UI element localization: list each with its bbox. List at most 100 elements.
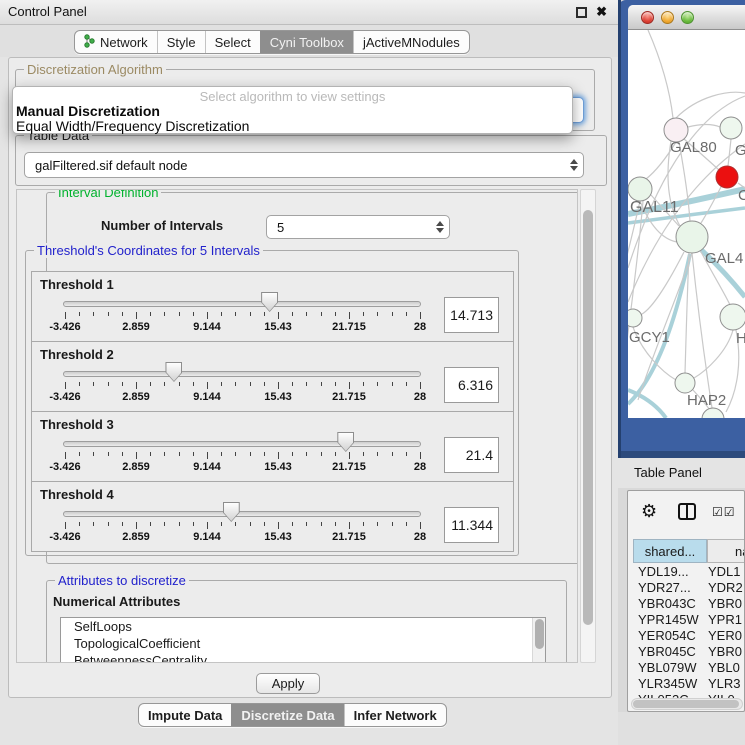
network-node-gal4[interactable] [676, 221, 708, 253]
slider-track[interactable] [63, 371, 421, 377]
network-node-hap2[interactable] [675, 373, 695, 393]
column-checkboxes-icon[interactable]: ☑☑ [712, 505, 736, 519]
table-row[interactable]: YPR145WYPR1 [633, 612, 745, 628]
tick-label: -3.426 [49, 531, 80, 543]
threshold-label: Threshold 3 [40, 417, 114, 432]
tab-jactivemnodules[interactable]: jActiveMNodules [353, 31, 469, 53]
cell-name: YDL1 [708, 564, 745, 580]
scrollbar-thumb[interactable] [633, 700, 739, 708]
slider-handle[interactable] [223, 502, 240, 522]
slider-track[interactable] [63, 441, 421, 447]
threshold-label: Threshold 1 [40, 277, 114, 292]
tick-mark [150, 312, 151, 316]
cell-shared-name: YBR043C [633, 596, 708, 612]
dropdown-option-manual-discretization[interactable]: Manual Discretization [13, 104, 572, 119]
tick-label: 21.715 [332, 531, 366, 543]
table-row[interactable]: YBR045CYBR0 [633, 644, 745, 660]
table-row[interactable]: YLR345WYLR3 [633, 676, 745, 692]
column-header-name[interactable]: na [707, 539, 745, 563]
node-table: ⚙ ☑☑ shared... na YDL19...YDL1YDR27...YD… [627, 490, 745, 712]
node-label-gal80[interactable]: GAL80 [670, 139, 717, 156]
slider-handle[interactable] [261, 292, 278, 312]
zoom-window-icon[interactable] [681, 11, 694, 24]
table-row[interactable]: YDR27...YDR2 [633, 580, 745, 596]
bottom-tab-impute-data[interactable]: Impute Data [139, 704, 231, 726]
tab-style[interactable]: Style [157, 31, 205, 53]
table-row[interactable]: YER054CYER0 [633, 628, 745, 644]
table-row[interactable]: YDL19...YDL1 [633, 564, 745, 580]
network-node-node-top-right[interactable] [720, 117, 742, 139]
close-panel-icon[interactable]: ✖ [596, 4, 607, 20]
attribute-item-selfloops[interactable]: SelfLoops [61, 618, 545, 635]
network-node-node-right[interactable] [720, 304, 745, 330]
network-node-selected-node[interactable] [716, 166, 738, 188]
numerical-attributes-list[interactable]: SelfLoopsTopologicalCoefficientBetweenne… [60, 617, 546, 663]
slider-handle[interactable] [337, 432, 354, 452]
scrollbar-thumb[interactable] [583, 210, 593, 625]
bottom-tab-discretize-data[interactable]: Discretize Data [231, 704, 343, 726]
cell-shared-name: YER054C [633, 628, 708, 644]
slider-handle[interactable] [165, 362, 182, 382]
close-window-icon[interactable] [641, 11, 654, 24]
network-canvas[interactable]: GAL80 G. C GAL11 GAL4 GCY1 H HAP2 [628, 30, 745, 418]
tab-label: Style [167, 35, 196, 50]
gear-icon[interactable]: ⚙ [641, 502, 657, 520]
tick-label: 2.859 [122, 321, 150, 333]
number-of-intervals-combobox[interactable]: 5 [266, 215, 450, 239]
node-label-node-top-right[interactable]: G. [735, 142, 745, 159]
split-view-icon[interactable] [678, 503, 696, 520]
tick-label: 9.144 [193, 461, 221, 473]
network-node-node-bottom[interactable] [702, 408, 724, 418]
node-label-hap2[interactable]: HAP2 [687, 392, 726, 409]
tick-mark [420, 312, 421, 319]
table-toolbar: ⚙ ☑☑ [628, 491, 744, 535]
table-data-combobox[interactable]: galFiltered.sif default node [24, 152, 584, 178]
threshold-value-field[interactable]: 6.316 [444, 367, 499, 403]
list-scrollbar[interactable] [532, 618, 545, 663]
tick-mark [292, 522, 293, 526]
bottom-spacer [618, 712, 745, 745]
tab-select[interactable]: Select [205, 31, 260, 53]
tick-mark [122, 452, 123, 456]
network-node-gcy1[interactable] [628, 309, 642, 327]
float-window-icon[interactable] [576, 7, 587, 18]
tick-mark [136, 382, 137, 389]
threshold-value-field[interactable]: 14.713 [444, 297, 499, 333]
attribute-item-topologicalcoefficient[interactable]: TopologicalCoefficient [61, 635, 545, 652]
algorithm-dropdown-popup: Select algorithm to view settings Manual… [12, 86, 573, 134]
apply-button[interactable]: Apply [256, 673, 320, 694]
dropdown-option-equal-width-frequency[interactable]: Equal Width/Frequency Discretization [13, 119, 572, 134]
cell-name: YBR0 [708, 644, 745, 660]
settings-scrollbar[interactable] [580, 189, 596, 663]
threshold-value-field[interactable]: 11.344 [444, 507, 499, 543]
attribute-item-betweennesscentrality[interactable]: BetweennessCentrality [61, 652, 545, 663]
threshold-value-field[interactable]: 21.4 [444, 437, 499, 473]
tick-label: 15.43 [264, 391, 292, 403]
minimize-window-icon[interactable] [661, 11, 674, 24]
table-data-group: Table Data galFiltered.sif default node [15, 135, 607, 186]
tick-mark [164, 522, 165, 526]
node-label-node-right[interactable]: H [736, 330, 745, 347]
tab-network[interactable]: Network [75, 31, 157, 53]
bottom-tab-infer-network[interactable]: Infer Network [344, 704, 446, 726]
table-row[interactable]: YBR043CYBR0 [633, 596, 745, 612]
slider-track[interactable] [63, 511, 421, 517]
tick-mark [321, 452, 322, 456]
table-horizontal-scrollbar[interactable] [631, 698, 743, 710]
tick-label: 9.144 [193, 531, 221, 543]
node-label-gal11[interactable]: GAL11 [630, 199, 679, 216]
tab-cyni-toolbox[interactable]: Cyni Toolbox [260, 31, 353, 53]
node-label-selected-node[interactable]: C [738, 187, 745, 204]
column-header-shared-name[interactable]: shared... [633, 539, 707, 563]
tick-mark [420, 452, 421, 459]
network-node-gal11[interactable] [628, 177, 652, 201]
tick-mark [193, 312, 194, 316]
table-row[interactable]: YBL079WYBL0 [633, 660, 745, 676]
network-window-titlebar[interactable] [628, 5, 745, 30]
tick-mark [420, 522, 421, 529]
slider-track[interactable] [63, 301, 421, 307]
tab-label: Select [215, 35, 251, 50]
tick-label: 2.859 [122, 531, 150, 543]
node-label-gal4[interactable]: GAL4 [705, 250, 743, 267]
node-label-gcy1[interactable]: GCY1 [629, 329, 670, 346]
